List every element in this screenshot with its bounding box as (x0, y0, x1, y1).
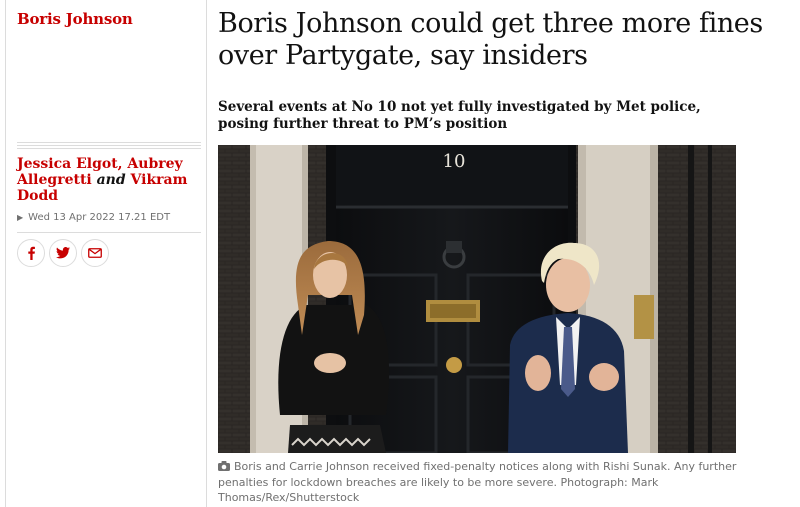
article-page: Boris Johnson Jessica Elgot, Aubrey Alle… (0, 0, 800, 507)
twitter-icon (56, 247, 70, 259)
meta-column-rule (206, 0, 207, 507)
byline-and: and (96, 172, 126, 188)
byline-divider (17, 142, 201, 150)
publish-date: Wed 13 Apr 2022 17.21 EDT (28, 212, 171, 223)
caption-text: Boris and Carrie Johnson received fixed-… (218, 460, 737, 504)
author-link-1[interactable]: Jessica Elgot (17, 156, 118, 172)
photo-caption: Boris and Carrie Johnson received fixed-… (218, 459, 738, 505)
expand-triangle-icon: ▶ (17, 213, 24, 222)
share-buttons (17, 239, 109, 267)
section-tag-link[interactable]: Boris Johnson (17, 10, 133, 28)
downing-street-photo: 10 (218, 145, 736, 453)
facebook-icon (28, 246, 35, 260)
camera-icon (218, 460, 230, 475)
share-email-button[interactable] (81, 239, 109, 267)
share-divider (17, 232, 201, 233)
share-facebook-button[interactable] (17, 239, 45, 267)
door-number: 10 (443, 151, 466, 172)
article-standfirst: Several events at No 10 not yet fully in… (218, 99, 701, 132)
byline: Jessica Elgot, Aubrey Allegretti and Vik… (17, 156, 188, 204)
share-twitter-button[interactable] (49, 239, 77, 267)
article-main-photo[interactable]: 10 (218, 145, 736, 453)
dateline[interactable]: ▶ Wed 13 Apr 2022 17.21 EDT (17, 212, 170, 223)
left-column-rule (5, 0, 6, 507)
article-headline: Boris Johnson could get three more fines… (218, 8, 763, 71)
email-icon (88, 248, 102, 258)
